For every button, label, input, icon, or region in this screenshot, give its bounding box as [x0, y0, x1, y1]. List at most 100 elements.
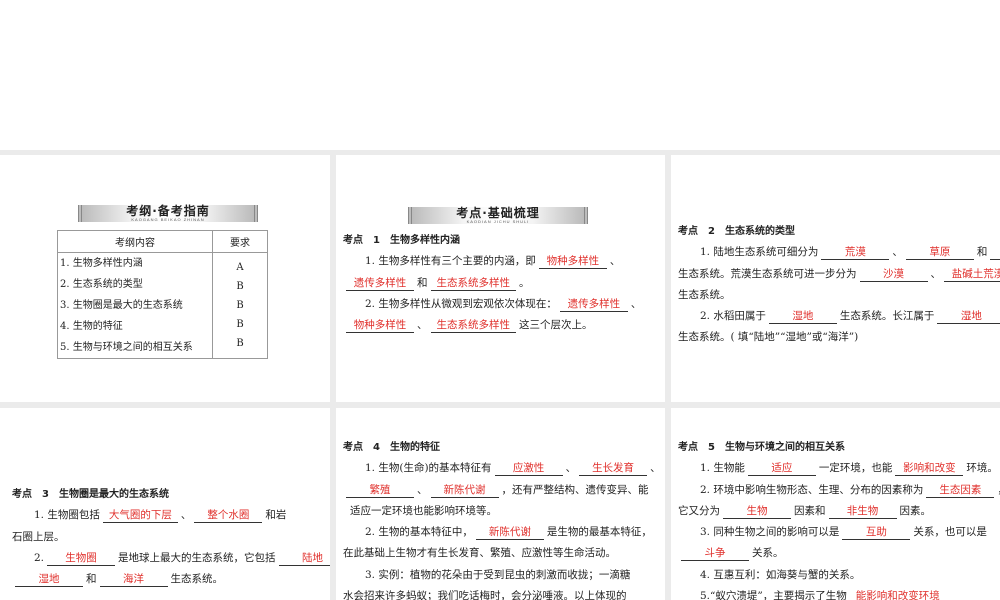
text-segment: 生态系统。	[678, 288, 731, 301]
answer-blank: 草原	[905, 245, 974, 261]
text-segment: 2. 生物多样性从微观到宏观依次体现在：	[365, 297, 557, 310]
text-segment: 3. 同种生物之间的影响可以是	[700, 526, 840, 539]
slide-text: 考点 5 生物与环境之间的相互关系 1. 生物能 适应 一定环境，也能 影响和改变 环境。…	[678, 437, 1000, 600]
text-segment: 关系。	[752, 547, 784, 560]
level-value: A	[236, 262, 244, 273]
text-line: 在此基础上生物才有生长发育、繁殖、应激性等生命活动。	[343, 543, 661, 564]
header-content: 考纲内容	[57, 230, 213, 253]
answer-blank: 新陈代谢	[430, 483, 499, 498]
answer-blank: 影响和改变	[895, 461, 964, 477]
slide-text: 考点 2 生态系统的类型1. 陆地生态系统可细分为荒漠、草原和森林生态系统。荒漠…	[678, 221, 1000, 349]
text-segment: 2. 水稻田属于	[700, 310, 766, 323]
text-line: 2. 水稻田属于 湿地 生态系统。长江属于 湿地	[678, 306, 1000, 327]
text-segment: 和	[417, 276, 428, 289]
text-line: 1. 生物(生命)的基本特征有 应激性、生长发育、	[343, 458, 661, 479]
text-segment: 它又分为	[678, 504, 720, 517]
outline-items: 1. 生物多样性内涵 2. 生态系统的类型 3. 生物圈是最大的生态系统 4. …	[57, 252, 213, 359]
text-segment: 3. 实例：植物的花朵由于受到昆虫的刺激而收拢；一滴糖	[365, 568, 631, 581]
text-segment: 是地球上最大的生态系统，它包括	[118, 551, 276, 564]
answer-blank: 海洋	[99, 572, 168, 588]
section-heading: 考点 5 生物与环境之间的相互关系	[678, 437, 1000, 458]
text-line: 水会招来许多蚂蚁；我们吃话梅时，会分泌唾液。以上体现的	[343, 586, 661, 600]
text-segment: 考点 2 生态系统的类型	[678, 226, 795, 237]
text-segment: 石圈上层。	[12, 530, 65, 543]
answer-blank: 湿地	[15, 572, 83, 588]
text-segment: 生态系统。荒漠生态系统可进一步分为	[678, 267, 857, 280]
text-line: 2. 环境中影响生物形态、生理、分布的因素称为生态因素，	[678, 480, 1000, 501]
text-line: 3. 实例：植物的花朵由于受到昆虫的刺激而收拢；一滴糖	[343, 565, 661, 586]
text-segment: 、	[609, 255, 621, 268]
section-heading: 考点 3 生物圈是最大的生态系统	[12, 484, 330, 505]
text-segment: 、	[892, 246, 903, 259]
section-heading: 考点 4 生物的特征	[343, 437, 661, 458]
section-heading: 考点 2 生态系统的类型	[678, 221, 1000, 242]
text-segment: 。	[519, 276, 530, 289]
level-value: B	[236, 338, 244, 349]
level-value: B	[236, 300, 244, 311]
answer-blank: 沙漠	[859, 267, 928, 282]
text-line: 1. 生物圈包括 大气圈的下层、整个水圈 和岩	[12, 505, 330, 526]
text-line: 2. 生物多样性从微观到宏观依次体现在： 遗传多样性、	[343, 294, 641, 315]
answer-blank: 整个水圈	[194, 508, 263, 524]
slide-thumbnail-point-3[interactable]: 考点 3 生物圈是最大的生态系统 1. 生物圈包括 大气圈的下层、整个水圈 和岩石圈上…	[0, 408, 330, 600]
banner-subtitle: KAODIAN JICHU SHULI	[466, 219, 530, 224]
text-line: 1. 生物能 适应 一定环境，也能 影响和改变 环境。	[678, 458, 1000, 479]
answer-blank: 繁殖	[346, 483, 414, 498]
slide-thumbnail-point-2[interactable]: 考点 2 生态系统的类型1. 陆地生态系统可细分为荒漠、草原和森林生态系统。荒漠…	[671, 155, 1000, 402]
answer-blank: 互助	[842, 525, 911, 541]
answer-blank: 能影响和改变环境	[850, 589, 946, 600]
text-line: 2. 生物的基本特征中， 新陈代谢 是生物的最基本特征，	[343, 522, 661, 543]
text-segment: 2. 环境中影响生物形态、生理、分布的因素称为	[700, 483, 924, 496]
text-line: 它又分为 生物 因素和 非生物 因素。	[678, 501, 1000, 522]
text-segment: 因素和	[794, 504, 826, 517]
text-segment: 考点 5 生物与环境之间的相互关系	[678, 442, 845, 453]
answer-blank: 陆地	[278, 551, 330, 566]
text-segment: 和	[86, 573, 97, 586]
text-segment: 在此基础上生物才有生长发育、繁殖、应激性等生命活动。	[343, 547, 616, 560]
header-level: 要求	[212, 230, 268, 253]
text-segment: 一定环境，也能	[818, 462, 893, 475]
text-segment: 、	[630, 297, 642, 310]
answer-blank: 大气圈的下层	[102, 508, 178, 524]
outline-table: 考纲内容 要求 1. 生物多样性内涵 2. 生态系统的类型 3. 生物圈是最大的…	[57, 230, 268, 359]
banner-subtitle: KAOGANG BEIKAO ZHINAN	[131, 217, 205, 222]
text-segment: 是生物的最基本特征，	[546, 526, 652, 539]
answer-blank: 新陈代谢	[475, 525, 544, 541]
answer-blank: 生态因素	[926, 483, 995, 498]
text-segment: 、	[565, 462, 577, 475]
text-segment: 和岩	[265, 509, 287, 522]
level-value: B	[236, 319, 244, 330]
text-segment: 、	[417, 483, 428, 496]
section-banner: 考点·基础梳理 KAODIAN JICHU SHULI	[408, 207, 588, 224]
slide-thumbnail-point-1[interactable]: 考点·基础梳理 KAODIAN JICHU SHULI 考点 1 生物多样性内涵…	[336, 155, 665, 402]
text-line: 繁殖、新陈代谢 ，还有严整结构、遗传变异、能	[343, 480, 661, 501]
outline-levels: A B B B B	[212, 252, 268, 359]
answer-blank: 物种多样性	[346, 318, 414, 334]
text-segment: 环境。	[966, 462, 998, 475]
text-line: 湿地和海洋 生态系统。	[12, 569, 330, 590]
text-segment: 1. 生物多样性有三个主要的内涵，即	[365, 255, 536, 268]
text-segment: 考点 1 生物多样性内涵	[343, 235, 460, 246]
slide-text: 考点 1 生物多样性内涵 1. 生物多样性有三个主要的内涵，即 物种多样性、遗传多样…	[343, 230, 641, 336]
answer-blank: 湿地	[937, 309, 1000, 325]
section-heading: 考点 1 生物多样性内涵	[343, 230, 641, 251]
text-line: 石圈上层。	[12, 527, 330, 548]
slide-text: 考点 3 生物圈是最大的生态系统 1. 生物圈包括 大气圈的下层、整个水圈 和岩石圈上…	[12, 484, 330, 590]
text-line: 2.生物圈是地球上最大的生态系统，它包括陆地、	[12, 548, 330, 569]
answer-blank: 湿地	[768, 309, 837, 325]
table-row: 4. 生物的特征	[60, 321, 123, 332]
answer-blank: 盐碱土荒漠	[944, 267, 1000, 282]
text-segment: 1. 生物圈包括	[34, 509, 100, 522]
answer-blank: 森林	[990, 245, 1000, 261]
text-segment: 、	[650, 462, 661, 475]
text-line: 生态系统。	[678, 285, 1000, 306]
answer-blank: 生物	[723, 504, 791, 519]
answer-blank: 非生物	[828, 504, 897, 519]
text-segment: 1. 陆地生态系统可细分为	[700, 246, 819, 259]
text-line: 3. 同种生物之间的影响可以是 互助 关系，也可以是	[678, 522, 1000, 543]
slide-thumbnail-point-5[interactable]: 考点 5 生物与环境之间的相互关系 1. 生物能 适应 一定环境，也能 影响和改变 环境。…	[671, 408, 1000, 600]
slide-thumbnail-exam-outline[interactable]: 考纲·备考指南 KAOGANG BEIKAO ZHINAN 考纲内容 要求 1.…	[0, 155, 330, 402]
slide-thumbnail-point-4[interactable]: 考点 4 生物的特征 1. 生物(生命)的基本特征有 应激性、生长发育、繁殖、新陈代…	[336, 408, 665, 600]
answer-blank: 遗传多样性	[346, 276, 414, 291]
text-line: 适应一定环境也能影响环境等。	[343, 501, 661, 522]
